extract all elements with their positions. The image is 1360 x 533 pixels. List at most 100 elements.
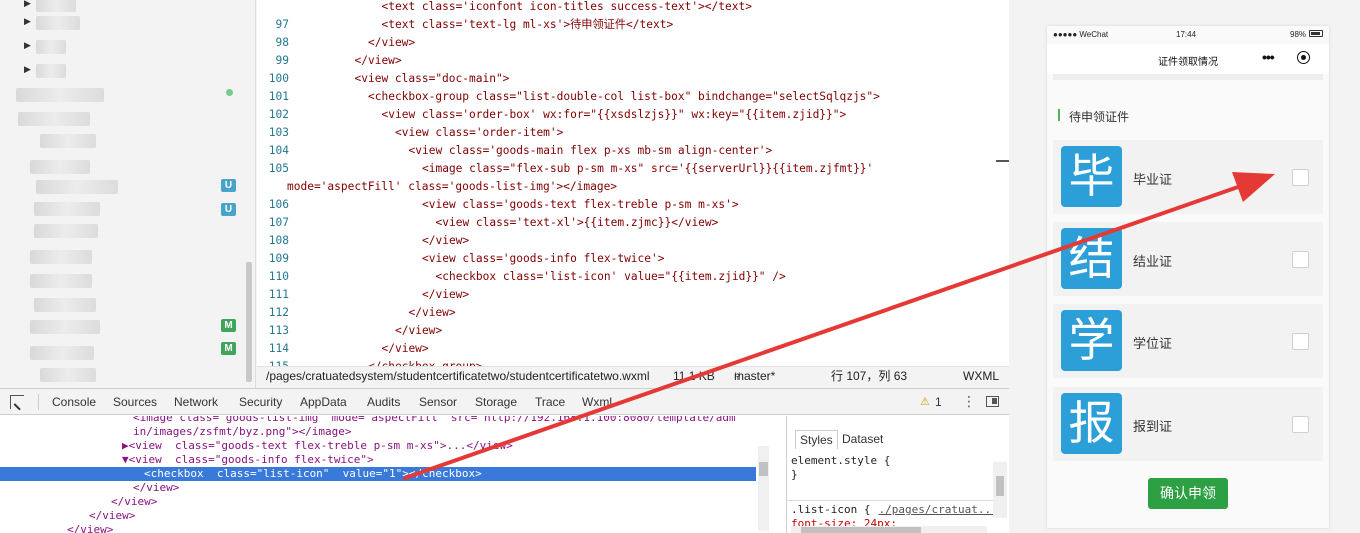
code-line[interactable]: 114 </view> (257, 340, 1009, 358)
certificate-checkbox[interactable] (1292, 169, 1309, 186)
element-node[interactable]: ▼<view class="goods-info flex-twice"> (0, 453, 756, 467)
code-line[interactable]: 103 <view class='order-item'> (257, 124, 1009, 142)
code-line[interactable]: 97 <text class='text-lg ml-xs'>待申领证件</tex… (257, 16, 1009, 34)
code-line[interactable]: 106 <view class='goods-text flex-treble p… (257, 196, 1009, 214)
more-options-icon[interactable]: ⋮ (962, 393, 976, 410)
code-line[interactable]: 105 <image class="flex-sub p-sm m-xs" src… (257, 160, 1009, 178)
code-line[interactable]: 98 </view> (257, 34, 1009, 52)
style-source-link[interactable]: ./pages/cratuat... (878, 503, 997, 516)
code-editor[interactable]: <text class='iconfont icon-titles succes… (257, 0, 1009, 366)
code-line[interactable]: mode='aspectFill' class='goods-list-img'… (257, 178, 1009, 196)
element-node[interactable]: in/images/zsfmt/byz.png"></image> (0, 425, 756, 439)
line-number: 108 (268, 234, 289, 247)
element-node[interactable]: </view> (0, 509, 756, 523)
tree-row[interactable] (0, 132, 248, 150)
tree-row[interactable]: ▶ (0, 0, 248, 14)
code-line[interactable]: 100 <view class="doc-main"> (257, 70, 1009, 88)
confirm-apply-button[interactable]: 确认申领 (1148, 478, 1228, 509)
element-node[interactable]: </view> (0, 523, 756, 533)
close-capsule-icon[interactable] (1297, 51, 1310, 64)
tree-row[interactable] (0, 110, 248, 128)
divider (38, 394, 39, 410)
tree-row[interactable] (0, 86, 248, 104)
tab-storage[interactable]: Storage (475, 395, 517, 409)
tree-row[interactable] (0, 296, 248, 314)
code-line[interactable]: 111 </view> (257, 286, 1009, 304)
code-line[interactable]: 109 <view class='goods-info flex-twice'> (257, 250, 1009, 268)
language-mode[interactable]: WXML (963, 367, 999, 386)
expand-arrow-icon[interactable]: ▶ (24, 16, 31, 27)
certificate-item[interactable]: 毕毕业证 (1053, 140, 1323, 214)
tree-row[interactable]: ▶ (0, 14, 248, 32)
expand-arrow-icon[interactable]: ▶ (24, 40, 31, 51)
tree-row[interactable] (0, 248, 248, 266)
code-line[interactable]: 115 </checkbox-group> (257, 358, 1009, 366)
warning-icon[interactable]: ⚠ (920, 395, 930, 408)
certificate-checkbox[interactable] (1292, 416, 1309, 433)
code-text: <checkbox class='list-icon' value="{{ite… (435, 270, 786, 283)
file-path: /pages/cratuatedsystem/studentcertificat… (266, 369, 650, 383)
code-line[interactable]: <text class='iconfont icon-titles succes… (257, 0, 1009, 16)
element-node[interactable]: <image class="goods-list-img" mode="aspe… (0, 416, 756, 425)
tree-row[interactable] (0, 158, 248, 176)
tree-row[interactable]: ▶ (0, 62, 248, 80)
tab-security[interactable]: Security (239, 395, 282, 409)
certificate-checkbox[interactable] (1292, 251, 1309, 268)
code-line[interactable]: 101 <checkbox-group class="list-double-co… (257, 88, 1009, 106)
tab-sensor[interactable]: Sensor (419, 395, 457, 409)
code-line[interactable]: 107 <view class='text-xl'>{{item.zjmc}}</… (257, 214, 1009, 232)
git-untracked-badge: U (221, 203, 236, 216)
tree-row[interactable] (0, 178, 248, 196)
tab-network[interactable]: Network (174, 395, 218, 409)
tree-row[interactable]: ▶ (0, 38, 248, 56)
cursor-position[interactable]: 行 107，列 63 (831, 367, 907, 386)
styles-hscrollbar[interactable] (791, 526, 987, 533)
tree-scrollbar[interactable] (246, 262, 252, 382)
warning-count[interactable]: 1 (935, 395, 942, 409)
tree-row[interactable] (0, 200, 248, 218)
inspect-cursor-icon[interactable] (10, 395, 24, 409)
element-node-text: <checkbox class="list-icon" value="1"></… (144, 467, 482, 480)
elements-tree[interactable]: </view> </view> </view> </view> <checkbox cl… (0, 416, 772, 533)
code-line[interactable]: 104 <view class='goods-main flex p-xs mb-… (257, 142, 1009, 160)
phone-nav-bar: 证件领取情况 ••• (1047, 44, 1329, 74)
element-node[interactable]: ▶<view class="goods-text flex-treble p-s… (0, 439, 756, 453)
tree-row[interactable] (0, 344, 248, 362)
tree-row[interactable] (0, 318, 248, 336)
selected-element-node[interactable]: <checkbox class="list-icon" value="1"></… (0, 467, 756, 481)
code-text: <image class="flex-sub p-sm m-xs" src='{… (422, 162, 874, 175)
tab-trace[interactable]: Trace (535, 395, 565, 409)
code-line[interactable]: 113 </view> (257, 322, 1009, 340)
expand-arrow-icon[interactable]: ▶ (24, 0, 31, 9)
code-line[interactable]: 99 </view> (257, 52, 1009, 70)
tab-appdata[interactable]: AppData (300, 395, 347, 409)
tree-row[interactable] (0, 366, 248, 384)
certificate-checkbox[interactable] (1292, 333, 1309, 350)
code-line[interactable]: 112 </view> (257, 304, 1009, 322)
tab-dataset[interactable]: Dataset (842, 432, 883, 446)
certificate-item[interactable]: 结结业证 (1053, 222, 1323, 296)
line-number: 114 (268, 342, 289, 355)
tree-row[interactable] (0, 222, 248, 240)
more-dots-icon[interactable]: ••• (1262, 49, 1275, 65)
tab-styles[interactable]: Styles (795, 430, 838, 449)
tree-row[interactable] (0, 272, 248, 290)
certificate-item[interactable]: 报报到证 (1053, 387, 1323, 461)
tab-sources[interactable]: Sources (113, 395, 157, 409)
certificate-item[interactable]: 学学位证 (1053, 304, 1323, 378)
elements-scrollbar[interactable] (758, 446, 769, 531)
phone-status-bar: ●●●●● WeChat 17:44 98% (1047, 26, 1329, 44)
element-node[interactable]: </view> (0, 481, 756, 495)
dock-side-icon[interactable] (986, 396, 999, 407)
tab-wxml[interactable]: Wxml (582, 395, 612, 409)
code-line[interactable]: 110 <checkbox class='list-icon' value="{{… (257, 268, 1009, 286)
tab-audits[interactable]: Audits (367, 395, 400, 409)
element-node[interactable]: </view> (0, 495, 756, 509)
styles-scrollbar[interactable] (993, 462, 1007, 518)
status-dot-icon (226, 89, 233, 96)
code-text: <text class='text-lg ml-xs'>待申领证件</text> (381, 18, 674, 31)
expand-arrow-icon[interactable]: ▶ (24, 64, 31, 75)
tab-console[interactable]: Console (52, 395, 96, 409)
code-line[interactable]: 108 </view> (257, 232, 1009, 250)
code-line[interactable]: 102 <view class='order-box' wx:for="{{xsd… (257, 106, 1009, 124)
